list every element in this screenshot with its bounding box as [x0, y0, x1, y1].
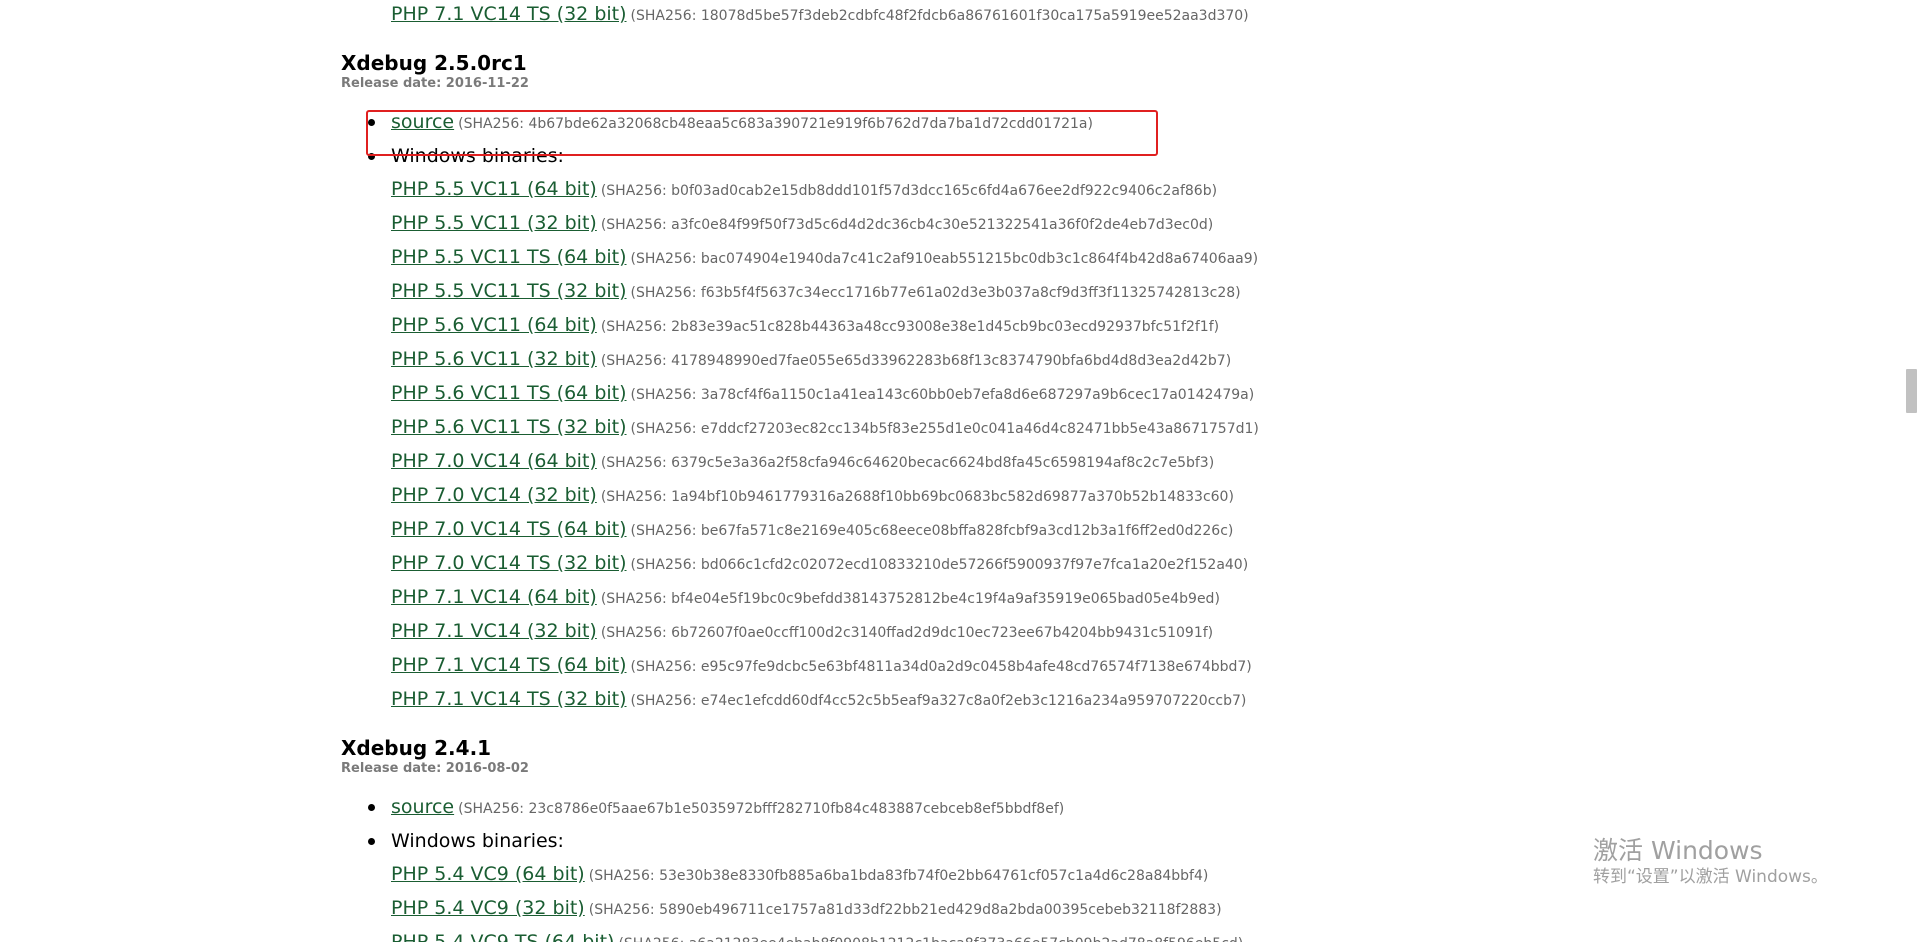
sha256-hash: (SHA256: e7ddcf27203ec82cc134b5f83e255d1… — [630, 421, 1259, 437]
sha256-hash: (SHA256: bd066c1cfd2c02072ecd10833210de5… — [630, 557, 1249, 573]
sha256-hash: (SHA256: 3a78cf4f6a1150c1a41ea143c60bb0e… — [630, 387, 1255, 403]
release-title: Xdebug 2.5.0rc1 — [341, 51, 527, 75]
download-list: source (SHA256: 23c8786e0f5aae67b1e503597… — [341, 791, 1741, 942]
sha256-hash: (SHA256: bac074904e1940da7c41c2af910eab5… — [630, 251, 1259, 267]
binary-download-link[interactable]: PHP 5.5 VC11 (64 bit) — [391, 178, 597, 200]
windows-activation-watermark: 激活 Windows 转到“设置”以激活 Windows。 — [1593, 836, 1828, 888]
sha256-hash: (SHA256: 2b83e39ac51c828b44363a48cc93008… — [600, 319, 1220, 335]
sha256-hash: (SHA256: 53e30b38e8330fb885a6ba1bda83fb7… — [588, 868, 1209, 884]
binary-row: PHP 5.6 VC11 (32 bit) (SHA256: 4178948990… — [391, 343, 1741, 377]
release-date: Release date: 2016-08-02 — [341, 761, 529, 776]
binary-row: PHP 5.4 VC9 (32 bit) (SHA256: 5890eb49671… — [391, 892, 1741, 926]
watermark-title: 激活 Windows — [1593, 836, 1763, 865]
binary-row: PHP 7.0 VC14 TS (32 bit) (SHA256: bd066c1… — [391, 547, 1741, 581]
binary-download-link[interactable]: PHP 7.1 VC14 TS (64 bit) — [391, 654, 627, 676]
binary-row: PHP 5.6 VC11 TS (32 bit) (SHA256: e7ddcf2… — [391, 411, 1741, 445]
release-title: Xdebug 2.4.1 — [341, 736, 492, 760]
release-date: Release date: 2016-11-22 — [341, 76, 529, 91]
binary-download-link[interactable]: PHP 7.0 VC14 TS (32 bit) — [391, 552, 627, 574]
binary-download-link[interactable]: PHP 5.6 VC11 (64 bit) — [391, 314, 597, 336]
sha256-hash: (SHA256: e95c97fe9dcbc5e63bf4811a34d0a2d… — [630, 659, 1252, 675]
binary-download-link[interactable]: PHP 7.0 VC14 (64 bit) — [391, 450, 597, 472]
binary-download-link[interactable]: PHP 5.4 VC9 TS (64 bit) — [391, 931, 614, 942]
binary-row: PHP 5.4 VC9 (64 bit) (SHA256: 53e30b38e83… — [391, 858, 1741, 892]
binary-list: PHP 5.4 VC9 (64 bit) (SHA256: 53e30b38e83… — [391, 858, 1741, 942]
binary-row: PHP 5.5 VC11 TS (64 bit) (SHA256: bac0749… — [391, 241, 1741, 275]
top-partial-row: PHP 7.1 VC14 TS (32 bit) (SHA256: 18078d5… — [341, 0, 1741, 32]
binary-row: PHP 5.6 VC11 TS (64 bit) (SHA256: 3a78cf4… — [391, 377, 1741, 411]
list-item-source: source (SHA256: 23c8786e0f5aae67b1e503597… — [368, 791, 1741, 825]
sha256-hash: (SHA256: 4178948990ed7fae055e65d33962283… — [600, 353, 1232, 369]
binary-download-link[interactable]: PHP 5.6 VC11 TS (32 bit) — [391, 416, 627, 438]
source-link[interactable]: source — [391, 796, 454, 818]
binary-list: PHP 5.5 VC11 (64 bit) (SHA256: b0f03ad0ca… — [391, 173, 1741, 717]
binary-download-link[interactable]: PHP 7.0 VC14 TS (64 bit) — [391, 518, 627, 540]
sha256-hash: (SHA256: be67fa571c8e2169e405c68eece08bf… — [630, 523, 1234, 539]
sha256-hash: (SHA256: 23c8786e0f5aae67b1e5035972bfff2… — [458, 801, 1065, 817]
bullet-icon — [368, 119, 375, 126]
binary-download-link[interactable]: PHP 5.5 VC11 TS (64 bit) — [391, 246, 627, 268]
binary-row: PHP 5.5 VC11 TS (32 bit) (SHA256: f63b5f4… — [391, 275, 1741, 309]
sha256-hash: (SHA256: 18078d5be57f3deb2cdbfc48f2fdcb6… — [630, 8, 1249, 24]
windows-binaries-label: Windows binaries: — [391, 830, 564, 852]
vertical-scrollbar[interactable] — [1903, 0, 1920, 942]
sha256-hash: (SHA256: a3fc0e84f99f50f73d5c6d4d2dc36cb… — [600, 217, 1214, 233]
binary-download-link[interactable]: PHP 5.4 VC9 (32 bit) — [391, 897, 585, 919]
sha256-hash: (SHA256: 4b67bde62a32068cb48eaa5c683a390… — [458, 116, 1093, 132]
download-list-content: PHP 7.1 VC14 TS (32 bit) (SHA256: 18078d5… — [341, 0, 1741, 942]
sha256-hash: (SHA256: a6a21283ee4ebab8f0908b1212c1bac… — [618, 936, 1243, 942]
binary-row: PHP 7.0 VC14 TS (64 bit) (SHA256: be67fa5… — [391, 513, 1741, 547]
binary-row: PHP 7.0 VC14 (64 bit) (SHA256: 6379c5e3a3… — [391, 445, 1741, 479]
binary-download-link[interactable]: PHP 7.1 VC14 (64 bit) — [391, 586, 597, 608]
binary-download-link[interactable]: PHP 5.5 VC11 TS (32 bit) — [391, 280, 627, 302]
sha256-hash: (SHA256: b0f03ad0cab2e15db8ddd101f57d3dc… — [600, 183, 1218, 199]
page-viewport: PHP 7.1 VC14 TS (32 bit) (SHA256: 18078d5… — [0, 0, 1920, 942]
binary-row: PHP 7.0 VC14 (32 bit) (SHA256: 1a94bf10b9… — [391, 479, 1741, 513]
binary-row: PHP 5.5 VC11 (32 bit) (SHA256: a3fc0e84f9… — [391, 207, 1741, 241]
binary-row: PHP 5.4 VC9 TS (64 bit) (SHA256: a6a21283… — [391, 926, 1741, 942]
list-item-windows-binaries: Windows binaries: PHP 5.4 VC9 (64 bit) (S… — [368, 825, 1741, 942]
binary-link-php71-vc14-ts-32-prev[interactable]: PHP 7.1 VC14 TS (32 bit) — [391, 3, 627, 25]
sha256-hash: (SHA256: f63b5f4f5637c34ecc1716b77e61a02… — [630, 285, 1241, 301]
windows-binaries-label: Windows binaries: — [391, 145, 564, 167]
binary-row: PHP 5.6 VC11 (64 bit) (SHA256: 2b83e39ac5… — [391, 309, 1741, 343]
download-list: source (SHA256: 4b67bde62a32068cb48eaa5c6… — [341, 106, 1741, 717]
binary-download-link[interactable]: PHP 5.6 VC11 (32 bit) — [391, 348, 597, 370]
binary-download-link[interactable]: PHP 5.6 VC11 TS (64 bit) — [391, 382, 627, 404]
binary-download-link[interactable]: PHP 7.1 VC14 (32 bit) — [391, 620, 597, 642]
sha256-hash: (SHA256: e74ec1efcdd60df4cc52c5b5eaf9a32… — [630, 693, 1247, 709]
sha256-hash: (SHA256: bf4e04e5f19bc0c9befdd3814375281… — [600, 591, 1220, 607]
sha256-hash: (SHA256: 1a94bf10b9461779316a2688f10bb69… — [600, 489, 1234, 505]
sha256-hash: (SHA256: 6b72607f0ae0ccff100d2c3140ffad2… — [600, 625, 1214, 641]
bullet-icon — [368, 153, 375, 160]
binary-download-link[interactable]: PHP 7.1 VC14 TS (32 bit) — [391, 688, 627, 710]
binary-row: PHP 7.1 VC14 TS (64 bit) (SHA256: e95c97f… — [391, 649, 1741, 683]
sha256-hash: (SHA256: 5890eb496711ce1757a81d33df22bb2… — [588, 902, 1222, 918]
binary-download-link[interactable]: PHP 5.5 VC11 (32 bit) — [391, 212, 597, 234]
release-section: Xdebug 2.5.0rc1 Release date: 2016-11-22… — [341, 50, 1741, 717]
bullet-icon — [368, 838, 375, 845]
watermark-subtitle: 转到“设置”以激活 Windows。 — [1593, 867, 1828, 887]
list-item-windows-binaries: Windows binaries: PHP 5.5 VC11 (64 bit)(… — [368, 140, 1741, 717]
binary-row: PHP 7.1 VC14 TS (32 bit) (SHA256: e74ec1e… — [391, 683, 1741, 717]
binary-row: PHP 7.1 VC14 (64 bit) (SHA256: bf4e04e5f1… — [391, 581, 1741, 615]
scrollbar-thumb[interactable] — [1906, 369, 1917, 413]
binary-row: PHP 5.5 VC11 (64 bit) (SHA256: b0f03ad0ca… — [391, 173, 1741, 207]
source-link[interactable]: source — [391, 111, 454, 133]
bullet-icon — [368, 804, 375, 811]
binary-download-link[interactable]: PHP 5.4 VC9 (64 bit) — [391, 863, 585, 885]
list-item-source: source (SHA256: 4b67bde62a32068cb48eaa5c6… — [368, 106, 1741, 140]
binary-row: PHP 7.1 VC14 (32 bit) (SHA256: 6b72607f0a… — [391, 615, 1741, 649]
binary-download-link[interactable]: PHP 7.0 VC14 (32 bit) — [391, 484, 597, 506]
sha256-hash: (SHA256: 6379c5e3a36a2f58cfa946c64620bec… — [600, 455, 1215, 471]
release-section: Xdebug 2.4.1 Release date: 2016-08-02 so… — [341, 735, 1741, 942]
